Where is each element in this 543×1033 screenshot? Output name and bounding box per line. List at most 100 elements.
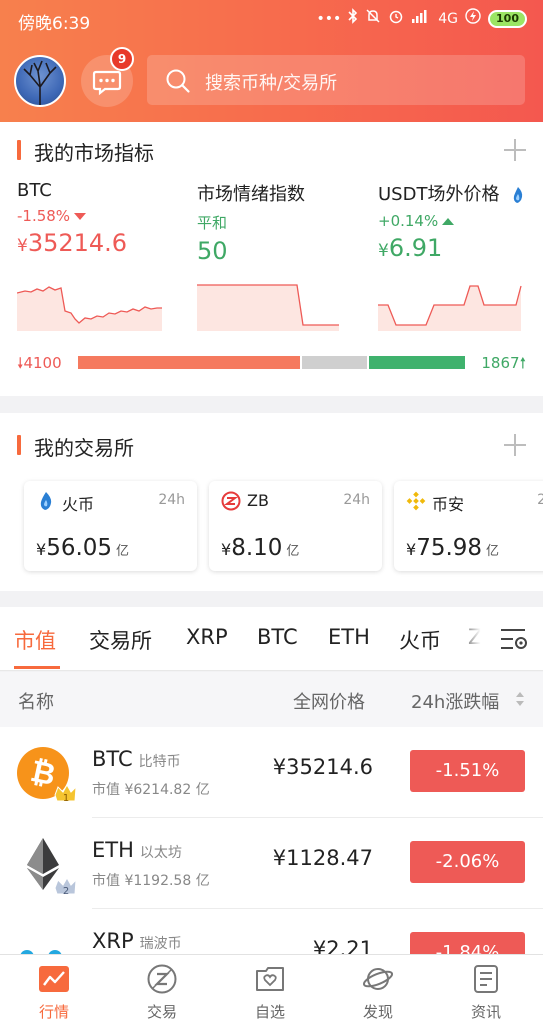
tab-xrp[interactable]: XRP xyxy=(186,625,228,649)
exchange-period: 24h xyxy=(158,492,185,508)
nav-news[interactable]: 资讯 xyxy=(432,955,540,1033)
huobi-flame-icon xyxy=(40,492,52,510)
up-count: 1867🠕 xyxy=(481,354,526,372)
tab-market-cap[interactable]: 市值 xyxy=(14,625,56,655)
coin-symbol: XRP 瑞波币 xyxy=(92,929,182,953)
alarm-icon xyxy=(388,8,404,30)
bottom-navigation: 行情 交易 自选 发现 资讯 xyxy=(0,954,543,1033)
watchlist-icon xyxy=(256,967,284,991)
exchange-name: 火币 xyxy=(62,495,95,514)
more-dots-icon: ••• xyxy=(316,11,342,27)
battery-indicator: 100 xyxy=(488,10,527,28)
category-tabs: 市值 交易所 XRP BTC ETH 火币 Z xyxy=(0,607,543,671)
huobi-flame-icon xyxy=(514,187,523,203)
indicator-usdt[interactable]: USDT场外价格 +0.14% ¥6.91 xyxy=(378,180,543,262)
coin-change-badge[interactable]: -2.06% xyxy=(410,841,525,883)
add-exchange-button[interactable] xyxy=(504,434,526,456)
coin-price: ¥35214.6 xyxy=(272,755,373,779)
exchange-period: 24 xyxy=(537,492,543,508)
coin-symbol: BTC 比特币 xyxy=(92,747,181,771)
add-indicator-button[interactable] xyxy=(504,139,526,161)
tab-settings-button[interactable] xyxy=(487,607,543,670)
coin-price: ¥1128.47 xyxy=(272,846,373,870)
exchange-card-binance[interactable]: 币安 24 ¥75.98亿 xyxy=(394,481,543,571)
svg-text:1: 1 xyxy=(63,793,69,804)
zb-logo-icon xyxy=(221,491,241,511)
nav-label: 交易 xyxy=(146,1003,177,1021)
avatar[interactable] xyxy=(14,55,66,107)
exchange-volume: ¥56.05 亿 xyxy=(36,535,130,561)
bluetooth-icon xyxy=(348,8,358,30)
planet-icon xyxy=(362,968,394,990)
ratio-neutral-segment xyxy=(301,356,367,369)
app-header: 傍晚6:39 ••• 4G 100 9 搜索币种/交易所 xyxy=(0,0,543,122)
tree-avatar-image xyxy=(23,60,57,105)
nav-label: 自选 xyxy=(254,1003,285,1021)
indicator-btc[interactable]: BTC -1.58% ¥35214.6 xyxy=(17,180,182,257)
indicator-name: BTC xyxy=(17,180,52,201)
tab-btc[interactable]: BTC xyxy=(257,625,298,649)
indicator-change: -1.58% xyxy=(17,207,182,225)
svg-text:2: 2 xyxy=(63,886,69,897)
tab-huobi[interactable]: 火币 xyxy=(399,625,441,655)
message-count-badge: 9 xyxy=(110,47,134,71)
indicator-name: USDT场外价格 xyxy=(378,180,543,206)
market-chart-icon xyxy=(39,966,69,992)
binance-logo-icon xyxy=(406,491,426,511)
exchange-name: 币安 xyxy=(432,495,465,514)
nav-label: 发现 xyxy=(362,1003,393,1021)
coin-symbol: ETH 以太坊 xyxy=(92,838,182,862)
btc-sparkline xyxy=(17,286,162,331)
mute-icon xyxy=(365,8,381,30)
nav-watchlist[interactable]: 自选 xyxy=(216,955,324,1033)
coin-list-header: 名称 全网价格 24h涨跌幅 xyxy=(0,672,543,727)
down-count: 🠗4100 xyxy=(17,354,62,372)
trade-icon xyxy=(147,964,177,994)
tab-settings-icon xyxy=(501,629,527,649)
market-indicators-title: 我的市场指标 xyxy=(34,141,154,165)
sentiment-sparkline xyxy=(197,284,339,331)
header-name: 名称 xyxy=(18,692,54,713)
nav-label: 资讯 xyxy=(470,1003,501,1021)
coin-market-cap: 市值 ¥6214.82 亿 xyxy=(92,782,210,798)
down-arrow-icon xyxy=(74,213,87,220)
nav-discover[interactable]: 发现 xyxy=(324,955,432,1033)
search-placeholder: 搜索币种/交易所 xyxy=(205,73,338,94)
coin-change-badge[interactable]: -1.51% xyxy=(410,750,525,792)
coin-market-cap: 市值 ¥1192.58 亿 xyxy=(92,873,210,889)
nav-market[interactable]: 行情 xyxy=(0,955,108,1033)
ethereum-icon: 2 xyxy=(27,838,77,897)
indicator-value: 50 xyxy=(197,237,228,265)
coin-row-eth[interactable]: 2 ETH 以太坊 市值 ¥1192.58 亿 ¥1128.47 -2.06% xyxy=(0,818,543,909)
coin-row-btc[interactable]: ₿ 1 BTC 比特币 市值 ¥6214.82 亿 ¥35214.6 -1.51% xyxy=(0,727,543,818)
header-price[interactable]: 全网价格 xyxy=(293,688,365,714)
usdt-sparkline xyxy=(378,285,522,331)
header-change[interactable]: 24h涨跌幅 xyxy=(411,688,499,714)
status-time: 傍晚6:39 xyxy=(18,14,91,34)
news-icon xyxy=(474,965,498,993)
exchange-period: 24h xyxy=(343,492,370,508)
sort-icon[interactable] xyxy=(515,690,525,708)
exchange-card-huobi[interactable]: 火币 24h ¥56.05 亿 xyxy=(24,481,197,571)
charging-icon xyxy=(465,8,481,30)
exchange-volume: ¥8.10 亿 xyxy=(221,535,300,561)
active-tab-indicator xyxy=(14,666,60,669)
indicator-value: ¥6.91 xyxy=(378,234,443,262)
nav-label: 行情 xyxy=(38,1003,69,1021)
status-icons: ••• 4G 100 xyxy=(316,8,527,30)
section-accent-bar xyxy=(17,140,21,160)
section-accent-bar xyxy=(17,435,21,455)
up-down-ratio-bar xyxy=(78,356,465,369)
nav-trade[interactable]: 交易 xyxy=(108,955,216,1033)
search-input[interactable]: 搜索币种/交易所 xyxy=(147,55,525,105)
search-icon xyxy=(166,69,190,93)
indicator-sentiment[interactable]: 市场情绪指数 平和 50 xyxy=(197,180,362,265)
indicator-value: ¥35214.6 xyxy=(17,229,128,257)
tab-eth[interactable]: ETH xyxy=(328,625,370,649)
exchange-card-zb[interactable]: ZB 24h ¥8.10 亿 xyxy=(209,481,382,571)
up-arrow-icon: 🠕 xyxy=(519,354,526,372)
ratio-up-segment xyxy=(369,356,465,369)
tab-fade xyxy=(455,607,487,670)
indicator-change: 平和 xyxy=(197,214,228,232)
tab-exchanges[interactable]: 交易所 xyxy=(89,625,152,655)
